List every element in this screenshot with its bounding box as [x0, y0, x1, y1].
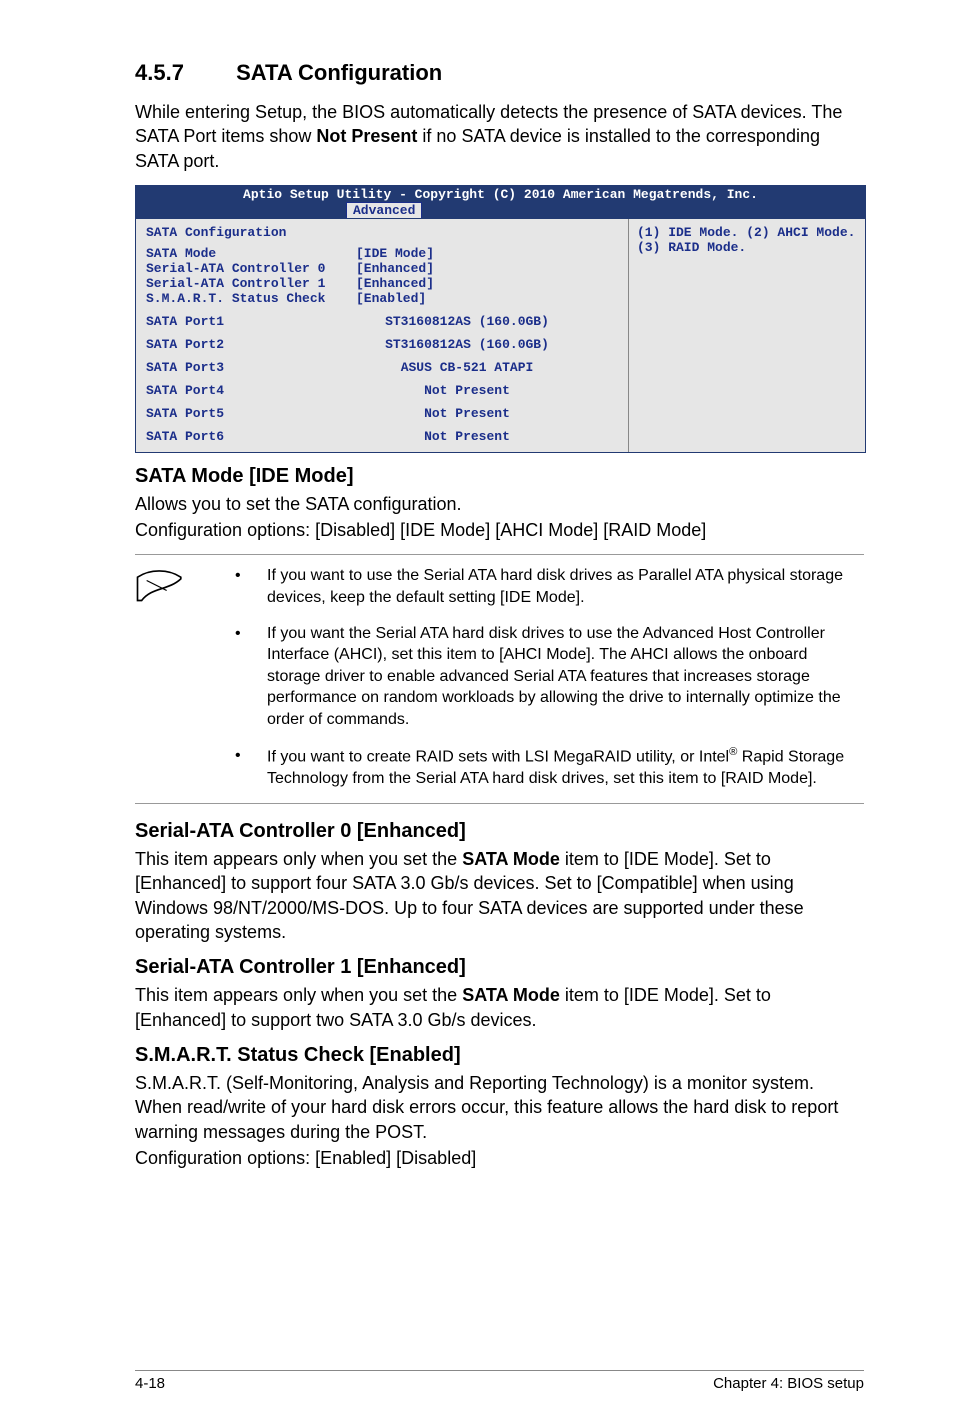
bios-section-title: SATA Configuration: [146, 225, 356, 240]
text: This item appears only when you set the: [135, 849, 462, 869]
body-text: Configuration options: [Enabled] [Disabl…: [135, 1146, 864, 1170]
section-heading: 4.5.7 SATA Configuration: [135, 60, 864, 86]
text: This item appears only when you set the: [135, 985, 462, 1005]
bios-setting-key: SATA Mode: [146, 246, 356, 261]
bullet-icon: •: [235, 745, 267, 790]
text-bold: SATA Mode: [462, 849, 560, 869]
body-text: This item appears only when you set the …: [135, 847, 864, 944]
bios-setting-val: [Enhanced]: [356, 276, 618, 291]
bios-setting-key: Serial-ATA Controller 0: [146, 261, 356, 276]
bios-help-pane: (1) IDE Mode. (2) AHCI Mode. (3) RAID Mo…: [629, 219, 865, 452]
bios-port-val: Not Present: [356, 406, 618, 421]
note-icon: [135, 565, 235, 614]
section-title: SATA Configuration: [236, 60, 442, 85]
sub-heading: Serial-ATA Controller 0 [Enhanced]: [135, 820, 864, 843]
bios-setting-val: [IDE Mode]: [356, 246, 618, 261]
bullet-icon: •: [235, 565, 267, 608]
bios-header: Aptio Setup Utility - Copyright (C) 2010…: [136, 186, 865, 219]
bios-help-line: (1) IDE Mode. (2) AHCI Mode.: [637, 225, 857, 240]
body-text: This item appears only when you set the …: [135, 983, 864, 1032]
bios-setting-val: [Enabled]: [356, 291, 618, 306]
body-text: S.M.A.R.T. (Self-Monitoring, Analysis an…: [135, 1071, 864, 1144]
bios-port-key: SATA Port1: [146, 314, 356, 329]
bios-port-key: SATA Port5: [146, 406, 356, 421]
bios-port-key: SATA Port3: [146, 360, 356, 375]
footer-chapter: Chapter 4: BIOS setup: [713, 1375, 864, 1392]
sub-heading: S.M.A.R.T. Status Check [Enabled]: [135, 1044, 864, 1067]
note-text-pre: If you want to create RAID sets with LSI…: [267, 748, 729, 765]
bullet-icon: •: [235, 623, 267, 731]
section-number: 4.5.7: [135, 60, 230, 86]
bios-port-key: SATA Port6: [146, 429, 356, 444]
text-bold: SATA Mode: [462, 985, 560, 1005]
note-text: If you want to create RAID sets with LSI…: [267, 745, 864, 790]
sub-heading: Serial-ATA Controller 1 [Enhanced]: [135, 956, 864, 979]
page-number: 4-18: [135, 1375, 165, 1392]
bios-port-val: Not Present: [356, 383, 618, 398]
bios-left-pane: SATA Configuration SATA Mode[IDE Mode] S…: [136, 219, 629, 452]
body-text: Configuration options: [Disabled] [IDE M…: [135, 518, 864, 542]
note-block: • If you want to use the Serial ATA hard…: [135, 554, 864, 804]
bios-port-val: ST3160812AS (160.0GB): [356, 314, 618, 329]
bios-title: Aptio Setup Utility - Copyright (C) 2010…: [136, 187, 865, 202]
page-footer: 4-18 Chapter 4: BIOS setup: [135, 1370, 864, 1392]
note-text: If you want to use the Serial ATA hard d…: [267, 565, 864, 608]
bios-port-val: Not Present: [356, 429, 618, 444]
bios-setting-key: Serial-ATA Controller 1: [146, 276, 356, 291]
bios-port-val: ASUS CB-521 ATAPI: [356, 360, 618, 375]
intro-paragraph: While entering Setup, the BIOS automatic…: [135, 100, 864, 173]
bios-port-key: SATA Port2: [146, 337, 356, 352]
bios-help-line: (3) RAID Mode.: [637, 240, 857, 255]
bios-port-key: SATA Port4: [146, 383, 356, 398]
bios-port-val: ST3160812AS (160.0GB): [356, 337, 618, 352]
bios-setting-key: S.M.A.R.T. Status Check: [146, 291, 356, 306]
bios-setting-val: [Enhanced]: [356, 261, 618, 276]
intro-bold: Not Present: [316, 126, 417, 146]
note-text: If you want the Serial ATA hard disk dri…: [267, 623, 864, 731]
bios-screenshot: Aptio Setup Utility - Copyright (C) 2010…: [135, 185, 866, 453]
body-text: Allows you to set the SATA configuration…: [135, 492, 864, 516]
bios-tab-advanced: Advanced: [346, 202, 422, 218]
sub-heading: SATA Mode [IDE Mode]: [135, 465, 864, 488]
